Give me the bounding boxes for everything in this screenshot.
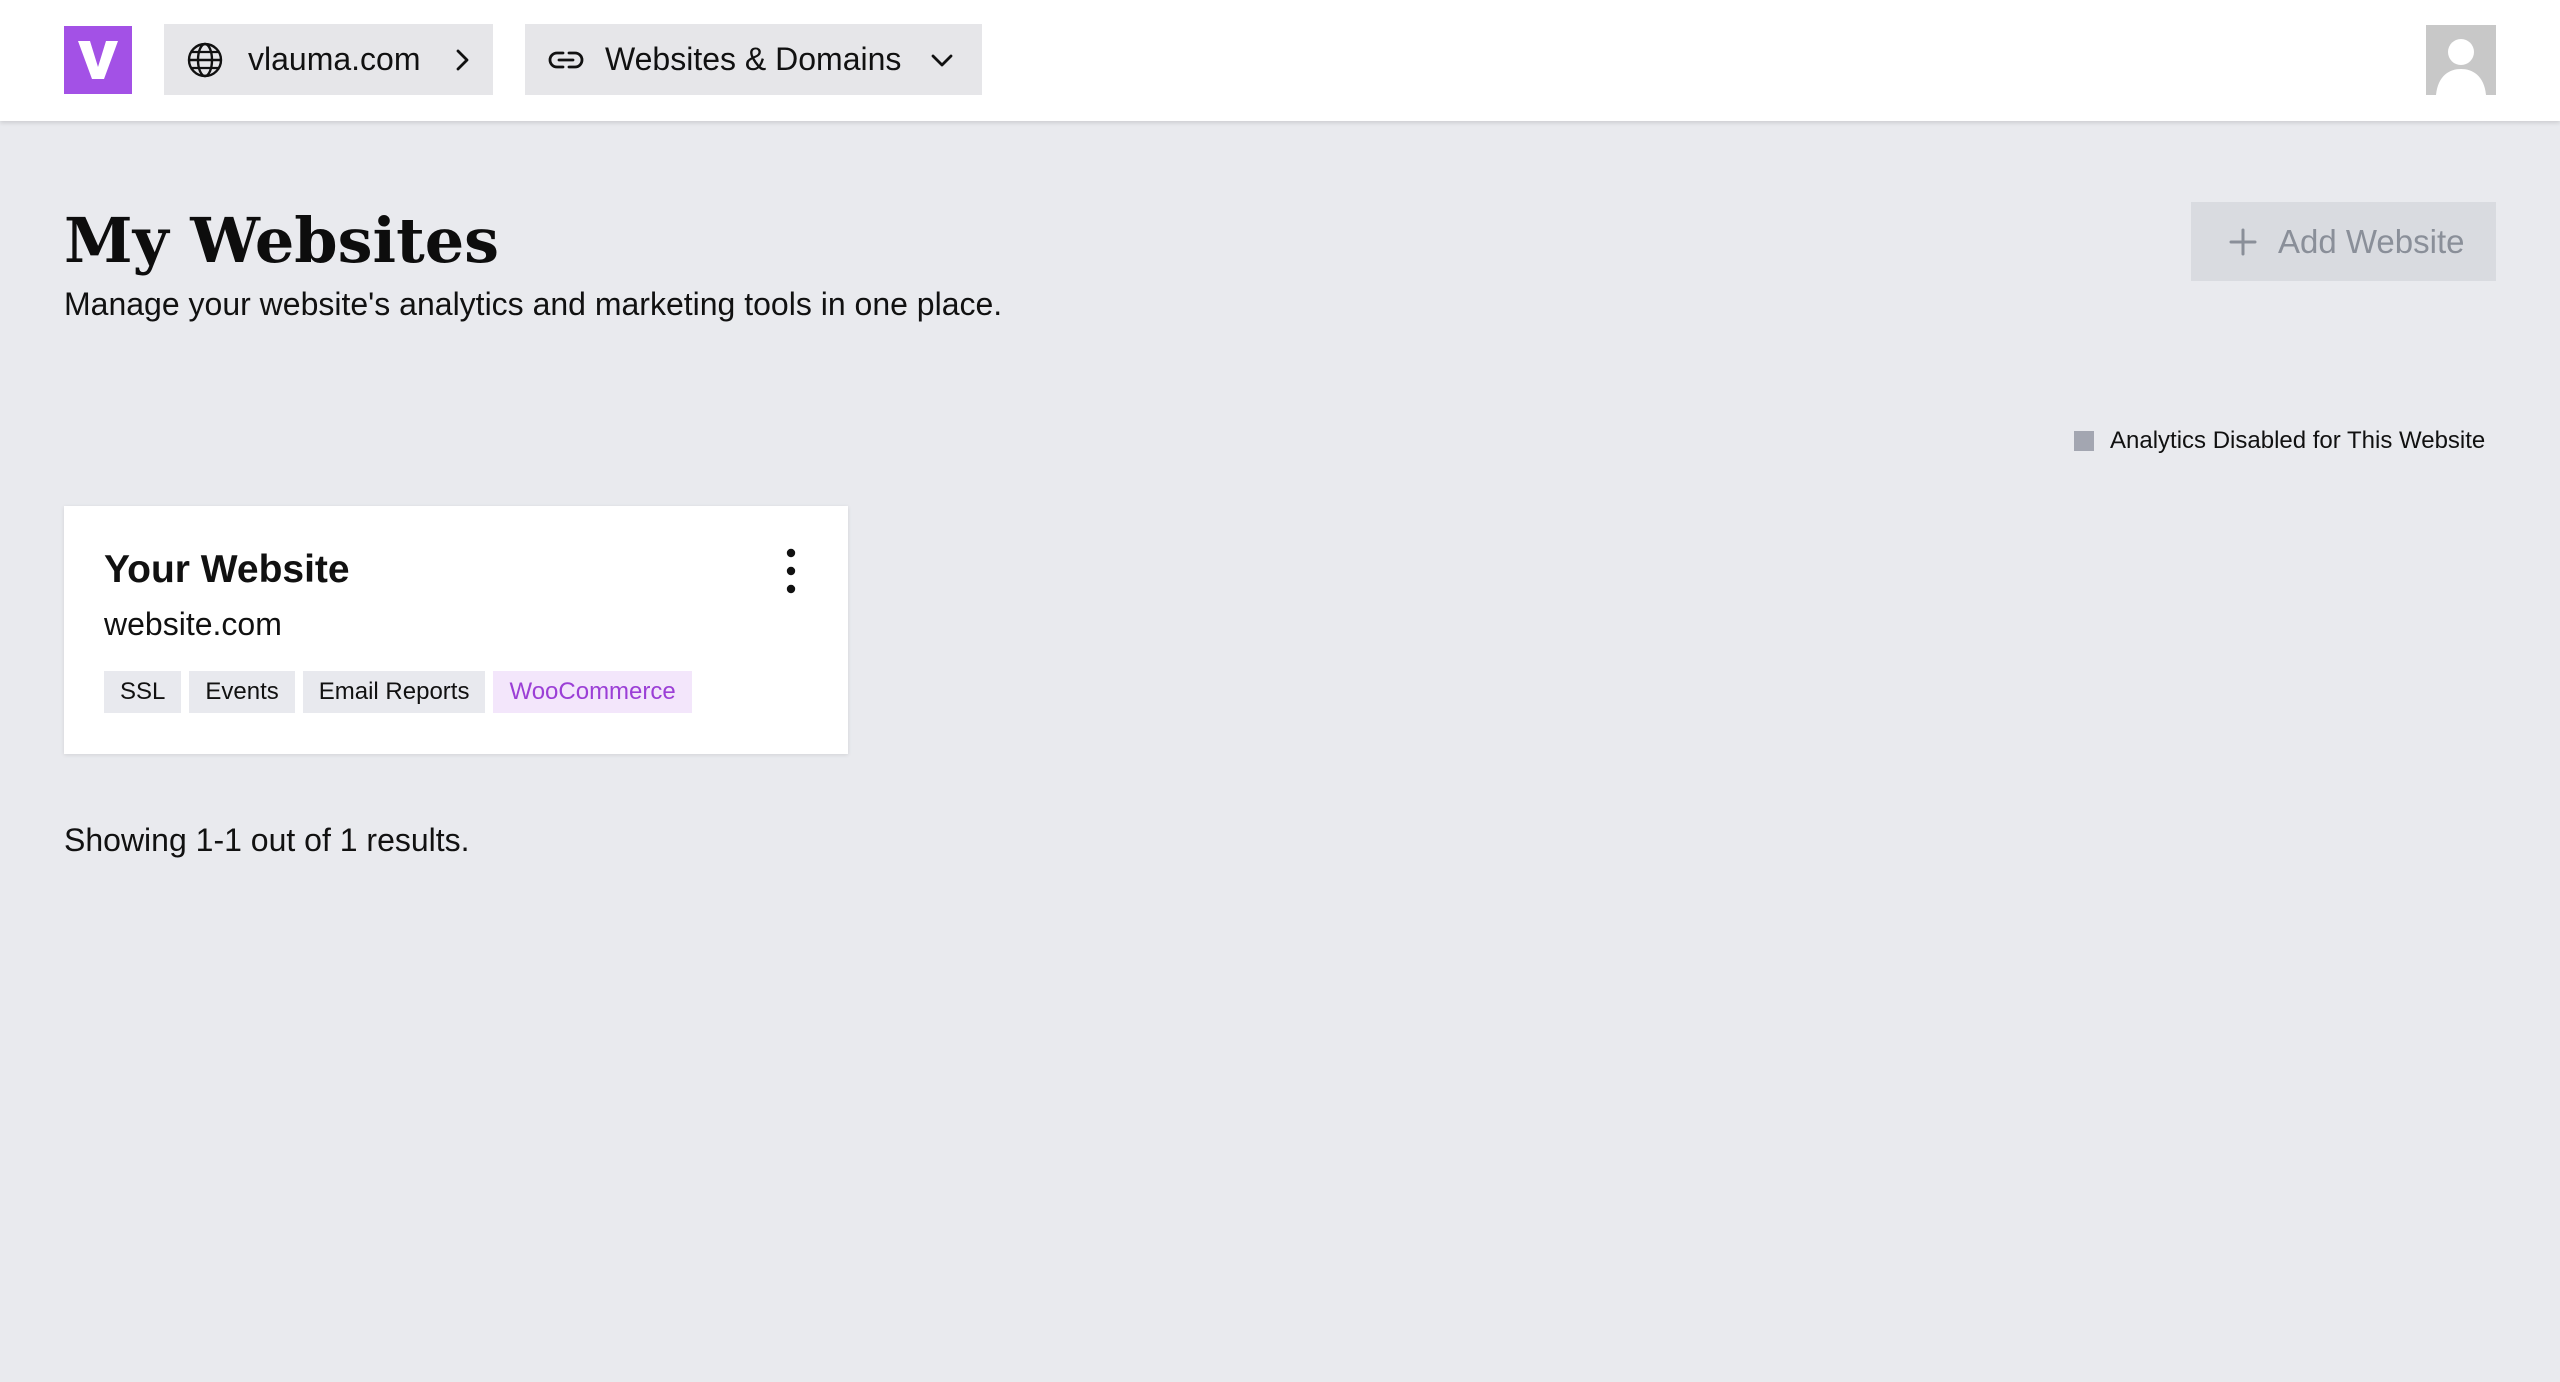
website-name: Your Website bbox=[104, 548, 350, 591]
kebab-menu-icon[interactable] bbox=[776, 544, 806, 598]
tag-ssl: SSL bbox=[104, 671, 182, 713]
tag-events: Events bbox=[189, 671, 295, 713]
v-logo-icon[interactable] bbox=[64, 26, 132, 94]
top-navigation-bar: vlauma.com Websites & Domains bbox=[0, 0, 2560, 121]
website-domain: website.com bbox=[104, 606, 282, 642]
tag-woocommerce: WooCommerce bbox=[493, 671, 692, 713]
website-card[interactable]: Your Website website.com SSL Events Emai… bbox=[64, 506, 848, 754]
link-icon bbox=[548, 51, 584, 69]
add-website-label: Add Website bbox=[2278, 222, 2465, 260]
plus-icon bbox=[2229, 228, 2257, 256]
results-count: Showing 1-1 out of 1 results. bbox=[64, 822, 470, 858]
tag-email-reports: Email Reports bbox=[302, 671, 486, 713]
user-avatar-icon[interactable] bbox=[2426, 25, 2496, 95]
page-title: My Websites bbox=[64, 204, 500, 277]
chevron-down-icon bbox=[931, 54, 953, 67]
legend-label: Analytics Disabled for This Website bbox=[2110, 427, 2486, 454]
feature-tags: SSL Events Email Reports WooCommerce bbox=[104, 671, 692, 713]
globe-icon bbox=[187, 42, 223, 78]
analytics-legend: Analytics Disabled for This Website bbox=[2074, 426, 2485, 456]
domain-switcher-button[interactable]: vlauma.com bbox=[164, 24, 493, 95]
domain-switcher-label: vlauma.com bbox=[248, 41, 421, 77]
chevron-right-icon bbox=[456, 49, 469, 71]
add-website-button[interactable]: Add Website bbox=[2191, 202, 2496, 281]
legend-swatch bbox=[2074, 431, 2094, 451]
section-switcher-label: Websites & Domains bbox=[605, 41, 902, 77]
page-subtitle: Manage your website's analytics and mark… bbox=[64, 286, 1003, 322]
section-switcher-dropdown[interactable]: Websites & Domains bbox=[525, 24, 982, 95]
